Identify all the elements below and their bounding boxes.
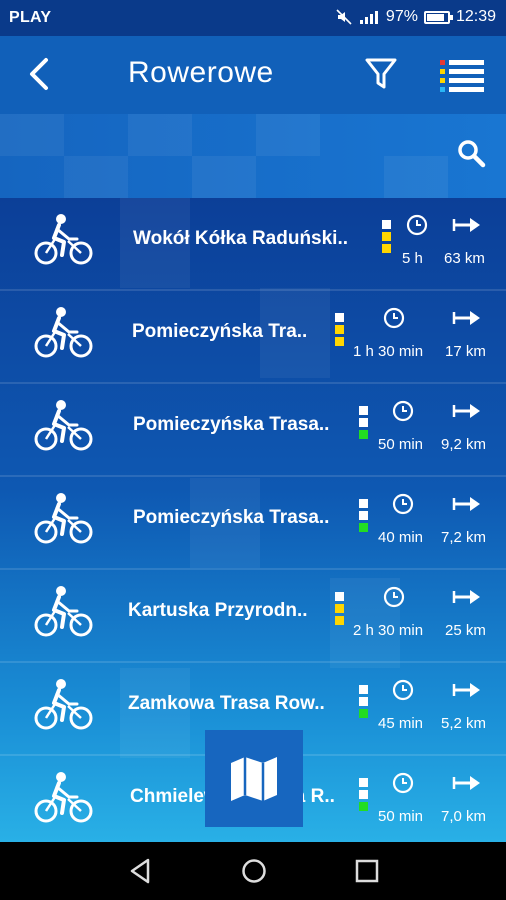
bicycle-icon xyxy=(33,770,95,826)
nav-back-icon[interactable] xyxy=(126,856,156,886)
app-bar: Rowerowe xyxy=(0,36,506,114)
difficulty-block xyxy=(335,337,344,346)
route-name: Pomieczyńska Tra.. xyxy=(132,321,308,342)
route-row[interactable]: Wokół Kółka Raduński.. 5 h 63 km xyxy=(0,198,506,291)
difficulty-block xyxy=(359,430,368,439)
difficulty-block xyxy=(359,523,368,532)
difficulty-indicator xyxy=(335,592,344,625)
bicycle-icon xyxy=(33,677,95,733)
difficulty-block xyxy=(359,802,368,811)
difficulty-block xyxy=(359,778,368,787)
route-distance: 63 km xyxy=(444,250,485,267)
difficulty-indicator xyxy=(382,220,391,253)
clock-icon xyxy=(392,493,414,515)
clock-icon xyxy=(406,214,428,236)
difficulty-block xyxy=(382,232,391,241)
map-icon xyxy=(231,756,277,801)
mute-icon xyxy=(336,9,352,25)
route-row[interactable]: Kartuska Przyrodn.. 2 h 30 min 25 km xyxy=(0,570,506,663)
difficulty-block xyxy=(335,325,344,334)
clock-time: 12:39 xyxy=(455,8,496,25)
clock-icon xyxy=(392,679,414,701)
clock-icon xyxy=(392,772,414,794)
distance-arrow-icon xyxy=(452,216,482,234)
route-name: Kartuska Przyrodn.. xyxy=(128,600,308,621)
clock-icon xyxy=(392,400,414,422)
difficulty-indicator xyxy=(335,313,344,346)
bicycle-icon xyxy=(33,491,95,547)
route-row[interactable]: Pomieczyńska Trasa.. 40 min 7,2 km xyxy=(0,477,506,570)
bicycle-icon xyxy=(33,212,95,268)
route-row[interactable]: Pomieczyńska Trasa.. 50 min 9,2 km xyxy=(0,384,506,477)
route-distance: 25 km xyxy=(445,622,486,639)
route-distance: 7,2 km xyxy=(441,529,487,546)
distance-arrow-icon xyxy=(452,588,482,606)
page-title: Rowerowe xyxy=(128,56,274,89)
route-name: Zamkowa Trasa Row.. xyxy=(128,693,325,714)
difficulty-block xyxy=(359,511,368,520)
route-duration: 1 h 30 min xyxy=(353,343,424,360)
list-menu-icon[interactable] xyxy=(440,58,484,92)
bicycle-icon xyxy=(33,305,95,361)
route-name: Pomieczyńska Trasa.. xyxy=(133,507,330,528)
signal-icon xyxy=(359,11,378,24)
distance-arrow-icon xyxy=(452,402,482,420)
route-duration: 45 min xyxy=(378,715,424,732)
distance-arrow-icon xyxy=(452,774,482,792)
bicycle-icon xyxy=(33,584,95,640)
difficulty-block xyxy=(335,313,344,322)
system-nav-bar xyxy=(0,842,506,900)
route-row[interactable]: Pomieczyńska Tra.. 1 h 30 min 17 km xyxy=(0,291,506,384)
route-duration: 5 h xyxy=(402,250,423,267)
difficulty-block xyxy=(335,616,344,625)
carrier-label: PLAY xyxy=(9,9,52,26)
route-duration: 40 min xyxy=(378,529,424,546)
nav-recents-icon[interactable] xyxy=(352,856,382,886)
difficulty-block xyxy=(382,220,391,229)
filter-icon[interactable] xyxy=(364,56,398,92)
difficulty-block xyxy=(359,499,368,508)
difficulty-indicator xyxy=(359,685,368,718)
distance-arrow-icon xyxy=(452,681,482,699)
battery-icon xyxy=(423,10,453,24)
status-bar: PLAY 97% 12:39 xyxy=(0,0,506,36)
difficulty-indicator xyxy=(359,778,368,811)
battery-percent: 97% xyxy=(385,8,418,25)
difficulty-block xyxy=(359,406,368,415)
route-distance: 7,0 km xyxy=(441,808,487,825)
difficulty-block xyxy=(359,697,368,706)
difficulty-block xyxy=(359,790,368,799)
route-duration: 50 min xyxy=(378,436,424,453)
search-icon[interactable] xyxy=(456,138,486,168)
map-button[interactable] xyxy=(205,730,303,827)
back-arrow-icon[interactable] xyxy=(22,54,62,94)
difficulty-block xyxy=(335,604,344,613)
route-distance: 5,2 km xyxy=(441,715,487,732)
route-name: Pomieczyńska Trasa.. xyxy=(133,414,330,435)
status-icons: 97% 12:39 xyxy=(336,8,496,26)
clock-icon xyxy=(383,586,405,608)
distance-arrow-icon xyxy=(452,309,482,327)
nav-home-icon[interactable] xyxy=(239,856,269,886)
route-distance: 9,2 km xyxy=(441,436,487,453)
clock-icon xyxy=(383,307,405,329)
difficulty-block xyxy=(359,685,368,694)
difficulty-indicator xyxy=(359,406,368,439)
difficulty-block xyxy=(359,709,368,718)
route-duration: 2 h 30 min xyxy=(353,622,424,639)
distance-arrow-icon xyxy=(452,495,482,513)
bicycle-icon xyxy=(33,398,95,454)
difficulty-block xyxy=(359,418,368,427)
difficulty-block xyxy=(335,592,344,601)
route-duration: 50 min xyxy=(378,808,424,825)
route-distance: 17 km xyxy=(445,343,486,360)
difficulty-block xyxy=(382,244,391,253)
difficulty-indicator xyxy=(359,499,368,532)
route-name: Wokół Kółka Raduński.. xyxy=(133,228,349,249)
search-bar xyxy=(0,114,506,198)
